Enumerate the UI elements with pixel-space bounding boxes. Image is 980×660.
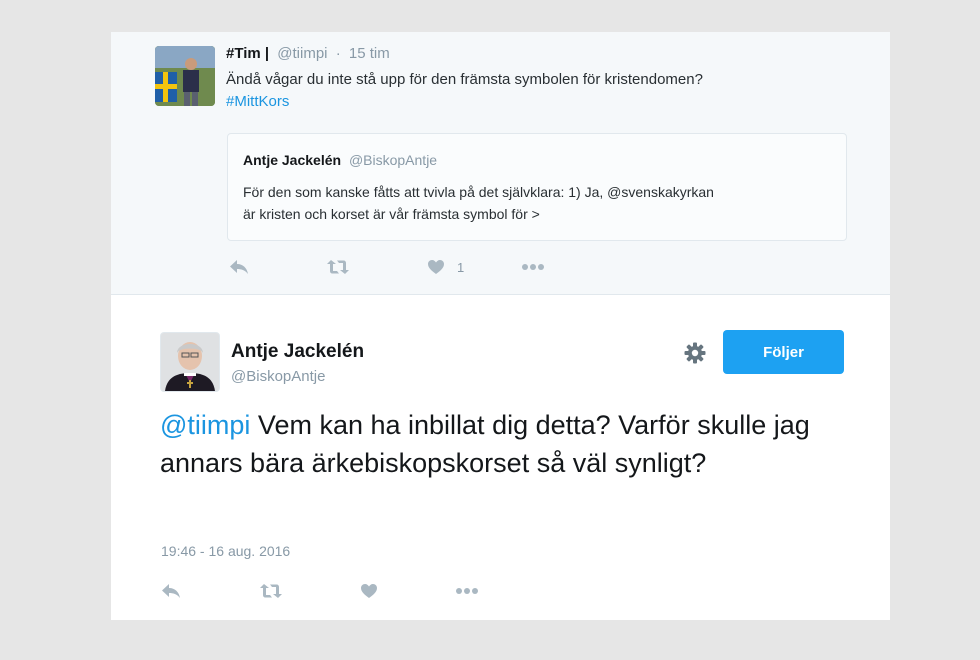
more-icon — [455, 587, 479, 595]
retweet-icon — [259, 583, 283, 599]
quoted-text-line-1: För den som kanske fåtts att tvivla på d… — [243, 184, 714, 200]
quoted-tweet[interactable]: Antje Jackelén @BiskopAntje För den som … — [227, 133, 847, 241]
parent-author-handle[interactable]: @tiimpi — [277, 45, 327, 62]
main-avatar[interactable] — [160, 332, 220, 392]
main-author-name[interactable]: Antje Jackelén — [231, 341, 364, 363]
tweet-timestamp[interactable]: 19:46 - 16 aug. 2016 — [161, 543, 290, 559]
parent-tweet-body: Ändå vågar du inte stå upp för den främs… — [226, 71, 703, 88]
main-tweet-text: @tiimpi Vem kan ha inbillat dig detta? V… — [160, 406, 860, 482]
quoted-author-handle: @BiskopAntje — [348, 152, 438, 168]
quoted-tweet-header: Antje Jackelén @BiskopAntje — [243, 152, 437, 168]
retweet-icon — [326, 259, 350, 275]
following-button[interactable]: Följer — [723, 330, 844, 374]
heart-icon — [360, 583, 378, 599]
heart-icon — [427, 259, 445, 275]
tweet-card: #Tim | @tiimpi · 15 tim Ändå vågar du in… — [111, 32, 890, 620]
quoted-text-line-2: är kristen och korset är vår främsta sym… — [243, 206, 540, 222]
quoted-tweet-text: För den som kanske fåtts att tvivla på d… — [243, 181, 843, 225]
parent-avatar[interactable] — [155, 46, 215, 106]
main-retweet-button[interactable] — [259, 580, 283, 602]
parent-tweet-text: Ändå vågar du inte stå upp för den främs… — [226, 69, 876, 113]
like-button[interactable]: 1 — [427, 256, 464, 278]
settings-button[interactable] — [683, 341, 707, 365]
more-icon — [521, 263, 545, 271]
quoted-author-name: Antje Jackelén — [243, 152, 342, 168]
hashtag-link[interactable]: #MittKors — [226, 91, 876, 113]
reply-icon — [161, 583, 181, 599]
parent-tweet[interactable]: #Tim | @tiimpi · 15 tim Ändå vågar du in… — [111, 32, 890, 295]
mention-link[interactable]: @tiimpi — [160, 410, 250, 440]
separator-dot: · — [335, 45, 341, 62]
parent-author-name[interactable]: #Tim | — [226, 45, 269, 62]
parent-tweet-header: #Tim | @tiimpi · 15 tim — [226, 45, 390, 62]
reply-icon — [229, 259, 249, 275]
gear-icon — [683, 342, 707, 369]
retweet-button[interactable] — [326, 256, 350, 278]
main-more-button[interactable] — [455, 580, 479, 602]
main-reply-button[interactable] — [161, 580, 181, 602]
main-like-button[interactable] — [360, 580, 378, 602]
parent-tweet-time[interactable]: 15 tim — [349, 45, 390, 62]
more-button[interactable] — [521, 256, 545, 278]
reply-button[interactable] — [229, 256, 249, 278]
like-count: 1 — [457, 259, 465, 275]
main-tweet-body: Vem kan ha inbillat dig detta? Varför sk… — [160, 410, 810, 478]
main-author-handle[interactable]: @BiskopAntje — [231, 368, 325, 385]
